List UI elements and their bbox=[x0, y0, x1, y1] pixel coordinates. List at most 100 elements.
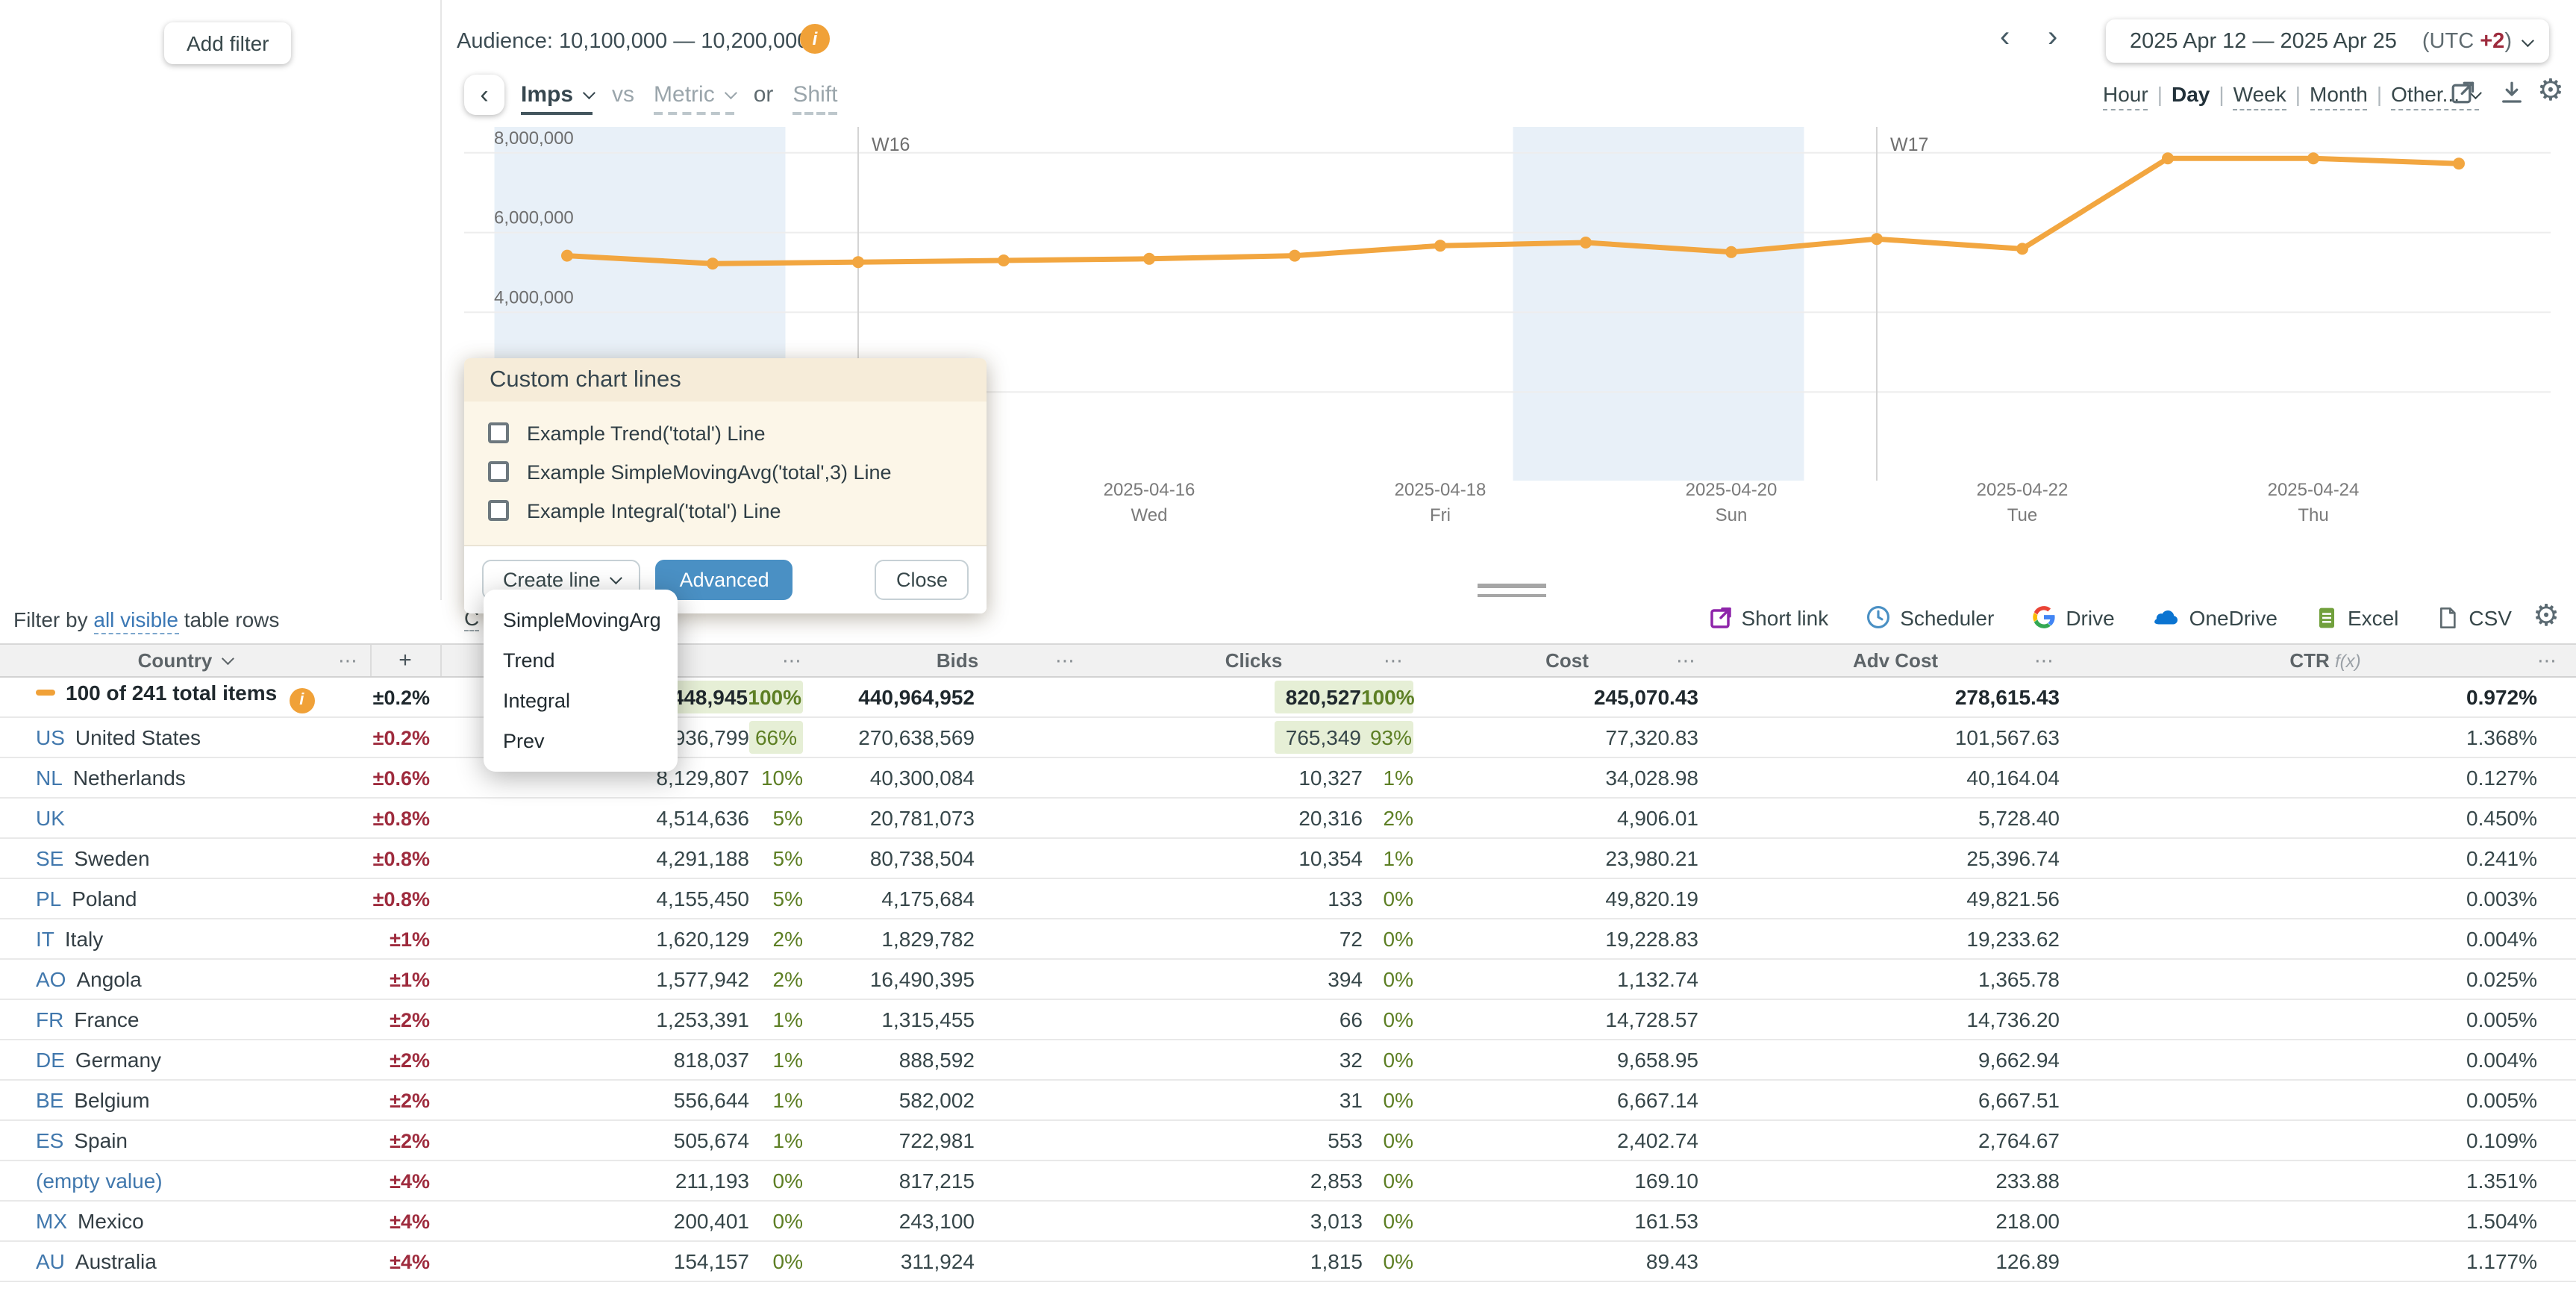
metric-value: 1,620,129 bbox=[656, 927, 749, 951]
column-header-cost[interactable]: Cost⋯ bbox=[1418, 644, 1716, 677]
table-settings-gear-icon[interactable]: ⚙ bbox=[2533, 597, 2560, 634]
granularity-hour[interactable]: Hour bbox=[2103, 82, 2148, 110]
data-point[interactable] bbox=[1434, 240, 1446, 252]
table-row[interactable]: ESSpain±2%505,6741%722,9815530%2,402.742… bbox=[0, 1120, 2576, 1161]
info-icon[interactable]: i bbox=[800, 24, 830, 54]
table-row[interactable]: USUnited States±0.2%55,936,79966%270,638… bbox=[0, 717, 2576, 757]
column-menu-icon[interactable]: ⋯ bbox=[1676, 649, 1695, 673]
checkbox-row-trend[interactable]: Example Trend('total') Line bbox=[464, 413, 987, 452]
column-menu-icon[interactable]: ⋯ bbox=[1384, 649, 1403, 673]
scheduler-button[interactable]: Scheduler bbox=[1866, 603, 1994, 631]
csv-export-button[interactable]: CSV bbox=[2436, 603, 2512, 631]
granularity-day[interactable]: Day bbox=[2172, 82, 2210, 106]
date-next-button[interactable]: › bbox=[2048, 21, 2057, 55]
chart-settings-gear-icon[interactable]: ⚙ bbox=[2537, 72, 2564, 109]
table-row[interactable]: (empty value)±4%211,1930%817,2152,8530%1… bbox=[0, 1161, 2576, 1201]
share-percent: 2% bbox=[749, 967, 803, 991]
data-point[interactable] bbox=[998, 254, 1010, 266]
table-row[interactable]: FRFrance±2%1,253,3911%1,315,455660%14,72… bbox=[0, 999, 2576, 1040]
data-point[interactable] bbox=[2162, 152, 2174, 164]
cell-uncertainty: ±2% bbox=[370, 1040, 440, 1080]
data-point[interactable] bbox=[2307, 152, 2319, 164]
x-axis-weekday-label: Wed bbox=[1131, 505, 1168, 525]
onedrive-button[interactable]: OneDrive bbox=[2152, 603, 2278, 631]
dashboard: Add filter Audience: 10,100,000 — 10,200… bbox=[0, 0, 2576, 1312]
checkbox-row-sma[interactable]: Example SimpleMovingAvg('total',3) Line bbox=[464, 452, 987, 491]
cell-uncertainty: ±4% bbox=[370, 1201, 440, 1241]
column-header-ctr[interactable]: CTR f(x)⋯ bbox=[2075, 644, 2576, 677]
cell-ctr: 0.972% bbox=[2075, 677, 2576, 717]
table-row[interactable]: BEBelgium±2%556,6441%582,002310%6,667.14… bbox=[0, 1080, 2576, 1120]
column-header-adv-cost[interactable]: Adv Cost⋯ bbox=[1716, 644, 2075, 677]
google-drive-button[interactable]: Drive bbox=[2031, 603, 2114, 631]
granularity-week[interactable]: Week bbox=[2233, 82, 2286, 110]
checkbox-icon[interactable] bbox=[488, 461, 509, 482]
x-axis-date-label: 2025-04-16 bbox=[1104, 480, 1195, 500]
share-percent: 0% bbox=[1363, 927, 1413, 951]
checkbox-icon[interactable] bbox=[488, 422, 509, 443]
data-point[interactable] bbox=[2453, 157, 2465, 169]
data-point[interactable] bbox=[2016, 243, 2028, 254]
menu-item-simplemovingarg[interactable]: SimpleMovingArg bbox=[484, 600, 678, 640]
all-visible-link[interactable]: all visible bbox=[93, 607, 178, 634]
checkbox-icon[interactable] bbox=[488, 500, 509, 521]
cell-country: BEBelgium bbox=[0, 1080, 370, 1120]
table-row[interactable]: AOAngola±1%1,577,9422%16,490,3953940%1,1… bbox=[0, 959, 2576, 999]
data-point[interactable] bbox=[1871, 233, 1883, 245]
resize-handle[interactable] bbox=[1478, 584, 1546, 603]
cell-uncertainty: ±0.6% bbox=[370, 757, 440, 798]
metric-value: 1,815 bbox=[1310, 1249, 1363, 1273]
granularity-month[interactable]: Month bbox=[2310, 82, 2368, 110]
table-totals-row[interactable]: 100 of 241 total itemsi±0.2%84,448,94510… bbox=[0, 677, 2576, 717]
column-menu-icon[interactable]: ⋯ bbox=[2034, 649, 2054, 673]
table-row[interactable]: ITItaly±1%1,620,1292%1,829,782720%19,228… bbox=[0, 919, 2576, 959]
table-row[interactable]: NLNetherlands±0.6%8,129,80710%40,300,084… bbox=[0, 757, 2576, 798]
data-point[interactable] bbox=[561, 250, 573, 262]
cell-bids: 888,592 bbox=[825, 1040, 1090, 1080]
close-button[interactable]: Close bbox=[875, 560, 969, 600]
download-icon[interactable] bbox=[2498, 79, 2525, 110]
shift-link[interactable]: Shift bbox=[793, 82, 837, 115]
column-menu-icon[interactable]: ⋯ bbox=[782, 649, 801, 673]
table-row[interactable]: DEGermany±2%818,0371%888,592320%9,658.95… bbox=[0, 1040, 2576, 1080]
share-percent: 5% bbox=[749, 887, 803, 910]
short-link-button[interactable]: Short link bbox=[1709, 603, 1829, 631]
cell-bids: 311,924 bbox=[825, 1241, 1090, 1281]
cell-adv-cost: 14,736.20 bbox=[1716, 999, 2075, 1040]
column-menu-icon[interactable]: ⋯ bbox=[2537, 649, 2557, 673]
data-point[interactable] bbox=[852, 256, 864, 268]
add-filter-button[interactable]: Add filter bbox=[164, 22, 292, 64]
advanced-button[interactable]: Advanced bbox=[656, 560, 793, 600]
compare-metric-dropdown[interactable]: Metric bbox=[654, 82, 734, 115]
menu-item-integral[interactable]: Integral bbox=[484, 681, 678, 721]
open-in-new-icon[interactable] bbox=[2449, 79, 2476, 110]
primary-metric-dropdown[interactable]: Imps bbox=[521, 82, 593, 115]
date-range-picker[interactable]: 2025 Apr 12 — 2025 Apr 25 (UTC +2) bbox=[2106, 19, 2549, 63]
table-row[interactable]: SESweden±0.8%4,291,1885%80,738,50410,354… bbox=[0, 838, 2576, 878]
table-row[interactable]: MXMexico±4%200,4010%243,1003,0130%161.53… bbox=[0, 1201, 2576, 1241]
menu-item-prev[interactable]: Prev bbox=[484, 721, 678, 761]
cell-bids: 582,002 bbox=[825, 1080, 1090, 1120]
column-header-country[interactable]: Country⋯ bbox=[0, 644, 370, 677]
data-point[interactable] bbox=[707, 257, 719, 269]
column-menu-icon[interactable]: ⋯ bbox=[338, 649, 357, 673]
menu-item-trend[interactable]: Trend bbox=[484, 640, 678, 681]
data-point[interactable] bbox=[1580, 237, 1592, 249]
column-menu-icon[interactable]: ⋯ bbox=[1055, 649, 1075, 673]
checkbox-row-integral[interactable]: Example Integral('total') Line bbox=[464, 491, 987, 530]
date-prev-button[interactable]: ‹ bbox=[2000, 21, 2010, 55]
table-row[interactable]: UK±0.8%4,514,6365%20,781,07320,3162%4,90… bbox=[0, 798, 2576, 838]
column-header-bids[interactable]: Bids⋯ bbox=[825, 644, 1090, 677]
cell-cost: 1,132.74 bbox=[1418, 959, 1716, 999]
cell-country: FRFrance bbox=[0, 999, 370, 1040]
data-point[interactable] bbox=[1289, 250, 1301, 262]
table-row[interactable]: PLPoland±0.8%4,155,4505%4,175,6841330%49… bbox=[0, 878, 2576, 919]
share-percent: 0% bbox=[1363, 887, 1413, 910]
collapse-chart-button[interactable]: ‹ bbox=[464, 75, 504, 115]
add-column-button[interactable]: + bbox=[370, 644, 440, 677]
excel-export-button[interactable]: Excel bbox=[2315, 603, 2398, 631]
data-point[interactable] bbox=[1143, 253, 1155, 265]
column-header-clicks[interactable]: Clicks⋯ bbox=[1090, 644, 1418, 677]
data-point[interactable] bbox=[1725, 246, 1737, 258]
table-row[interactable]: AUAustralia±4%154,1570%311,9241,8150%89.… bbox=[0, 1241, 2576, 1281]
